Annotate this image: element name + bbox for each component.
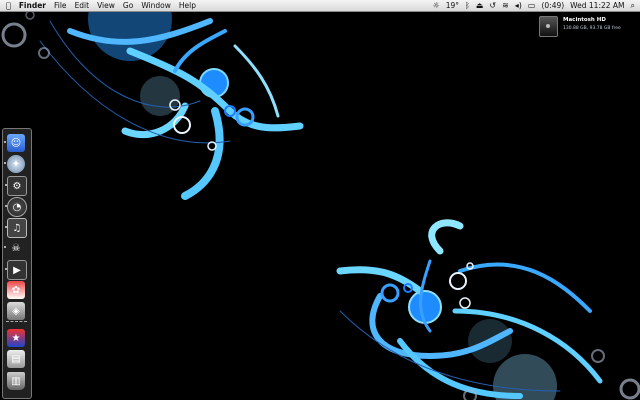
menu-clock[interactable]: Wed 11:22 AM (570, 0, 624, 11)
spotlight-search-icon[interactable]: ⌕ (631, 0, 635, 11)
dashboard-icon[interactable]: ⚙ (5, 176, 27, 196)
macintosh-hd-desktop-icon[interactable]: Macintosh HD 130.88 GB, 93.78 GB free (536, 14, 636, 38)
photo-app-icon[interactable]: ✿ (7, 281, 25, 299)
preview-icon[interactable]: ◈ (7, 302, 25, 320)
wifi-icon[interactable]: ≋ (502, 0, 509, 11)
skull-app-icon[interactable]: ☠ (4, 239, 25, 257)
trash-icon[interactable]: ▥ (7, 372, 25, 390)
itunes-icon[interactable]: ♫ (5, 218, 27, 238)
menu-app-name[interactable]: Finder (19, 0, 46, 11)
menu-bar:  Finder File Edit View Go Window Help ☼… (0, 0, 640, 12)
menu-help[interactable]: Help (179, 0, 196, 11)
documents-folder-icon[interactable]: ▤ (7, 350, 25, 368)
desktop-wallpaper (1, 11, 640, 400)
menu-window[interactable]: Window (141, 0, 171, 11)
facetime-icon[interactable]: ▶ (5, 260, 27, 280)
weather-icon[interactable]: ☼ (433, 0, 440, 11)
menu-view[interactable]: View (97, 0, 115, 11)
dock: ☺ ✦ ⚙ ◔ ♫ ☠ ▶ ✿ ◈ ★ ▤ ▥ (2, 128, 32, 399)
apple-icon[interactable]:  (6, 0, 11, 11)
eject-icon[interactable]: ⏏ (476, 0, 484, 11)
safari-icon[interactable]: ✦ (4, 155, 25, 173)
drive-info: 130.88 GB, 93.78 GB free (563, 26, 621, 31)
volume-icon[interactable]: ◂) (515, 0, 522, 11)
menu-edit[interactable]: Edit (75, 0, 90, 11)
hard-drive-icon[interactable] (539, 16, 558, 37)
system-preferences-icon[interactable]: ◔ (5, 197, 27, 217)
battery-icon[interactable]: ▭ (528, 0, 536, 11)
bluetooth-icon[interactable]: ᛒ (465, 0, 470, 11)
battery-time[interactable]: (0:49) (541, 0, 564, 11)
temperature-readout[interactable]: 19° (446, 0, 459, 11)
menu-file[interactable]: File (54, 0, 67, 11)
app-icon[interactable]: ★ (7, 329, 25, 347)
finder-icon[interactable]: ☺ (4, 134, 25, 152)
time-machine-icon[interactable]: ↺ (489, 0, 496, 11)
drive-name: Macintosh HD (563, 17, 606, 23)
menu-go[interactable]: Go (123, 0, 133, 11)
dock-separator (6, 321, 27, 324)
